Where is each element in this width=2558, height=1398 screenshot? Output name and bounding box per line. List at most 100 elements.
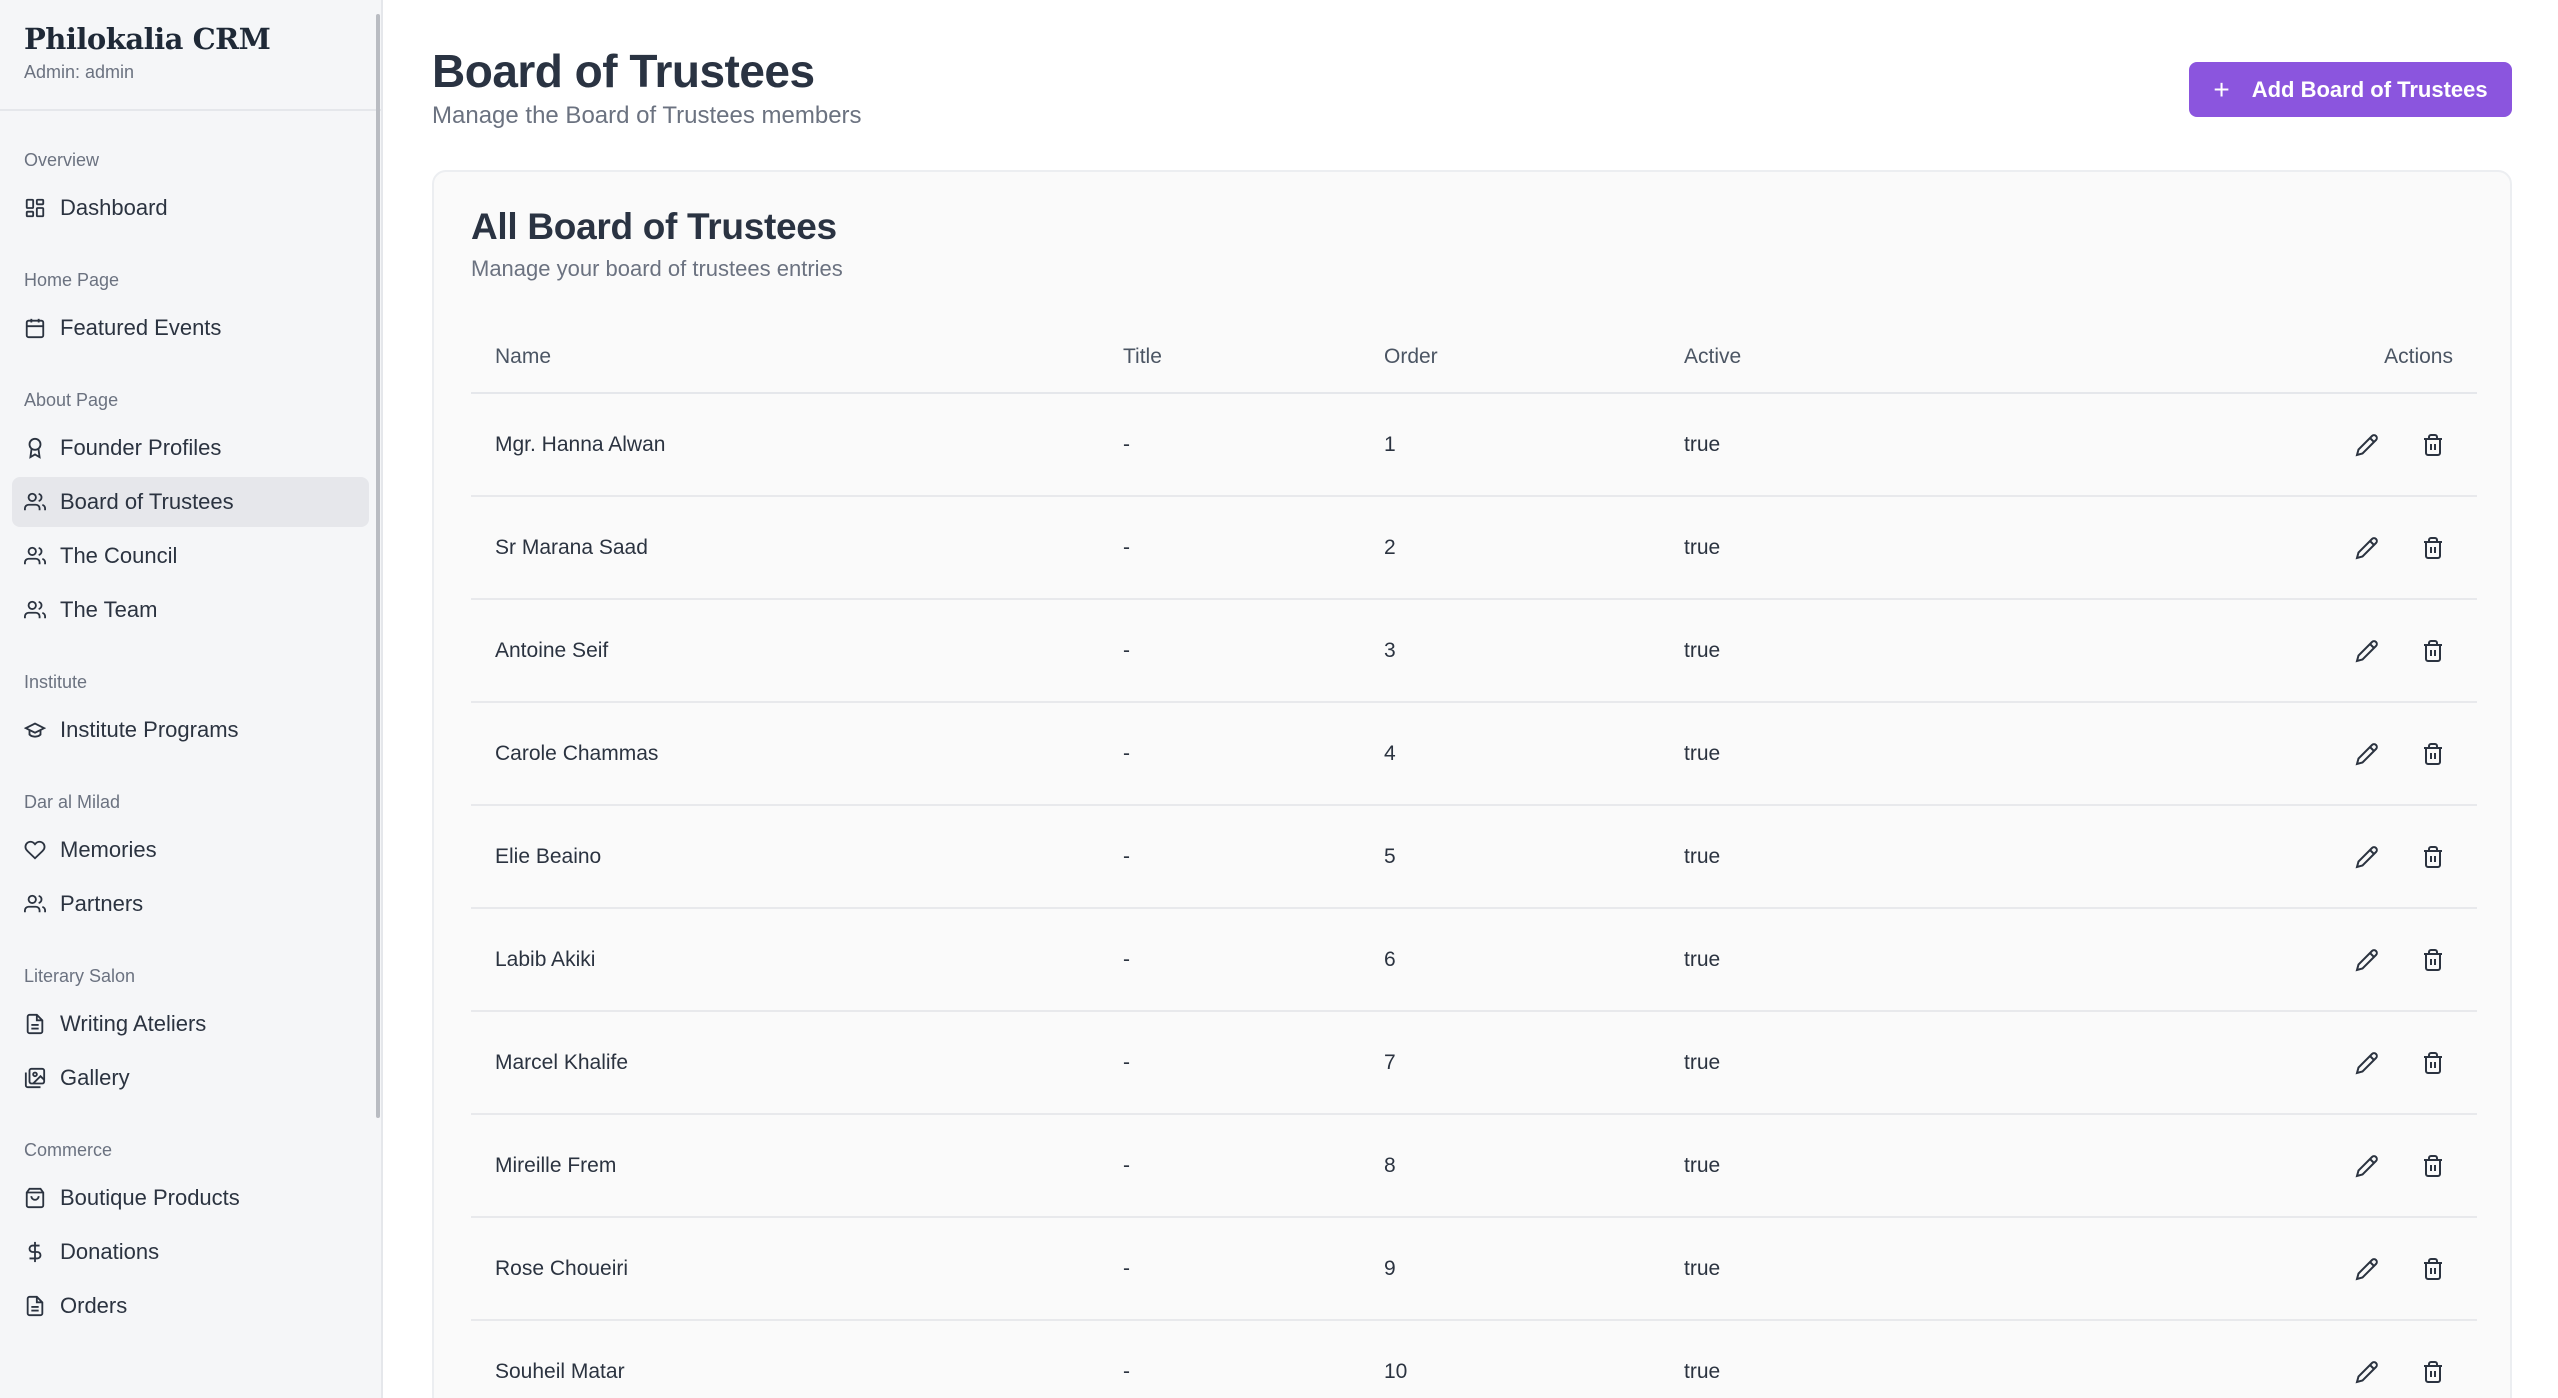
edit-button[interactable] bbox=[2347, 528, 2387, 568]
edit-button[interactable] bbox=[2347, 940, 2387, 980]
column-header-active: Active bbox=[1684, 345, 1742, 368]
pencil-icon bbox=[2355, 1154, 2379, 1178]
sidebar-item-institute-programs[interactable]: Institute Programs bbox=[12, 705, 369, 755]
table-row: Rose Choueiri - 9 true bbox=[471, 1218, 2477, 1321]
cell-active: true bbox=[1684, 638, 1721, 662]
nav-section-overview: Overview Dashboard bbox=[0, 147, 381, 233]
cell-title: - bbox=[1123, 535, 1130, 559]
nav-section-literary-salon: Literary Salon Writing Ateliers Gallery bbox=[0, 963, 381, 1103]
sidebar-item-writing-ateliers[interactable]: Writing Ateliers bbox=[12, 999, 369, 1049]
sidebar-item-label: Institute Programs bbox=[60, 717, 239, 742]
row-actions bbox=[2184, 1043, 2477, 1083]
trustees-table: Name Title Order Active Actions Mgr. Han… bbox=[471, 322, 2477, 1398]
table-header: Name Title Order Active Actions bbox=[471, 322, 2477, 394]
calendar-icon bbox=[24, 317, 46, 339]
cell-name: Elie Beaino bbox=[495, 844, 602, 868]
sidebar-item-donations[interactable]: Donations bbox=[12, 1227, 369, 1277]
delete-button[interactable] bbox=[2413, 631, 2453, 671]
sidebar-item-dashboard[interactable]: Dashboard bbox=[12, 183, 369, 233]
pencil-icon bbox=[2355, 433, 2379, 457]
sidebar-item-featured-events[interactable]: Featured Events bbox=[12, 303, 369, 353]
users-icon bbox=[24, 893, 46, 915]
table-row: Sr Marana Saad - 2 true bbox=[471, 497, 2477, 600]
cell-active: true bbox=[1684, 1359, 1721, 1383]
graduation-cap-icon bbox=[24, 719, 46, 741]
sidebar-item-boutique-products[interactable]: Boutique Products bbox=[12, 1173, 369, 1223]
cell-order: 1 bbox=[1384, 432, 1396, 456]
sidebar-item-orders[interactable]: Orders bbox=[12, 1281, 369, 1331]
nav-section-label: Home Page bbox=[24, 270, 120, 290]
delete-button[interactable] bbox=[2413, 940, 2453, 980]
card-subtitle: Manage your board of trustees entries bbox=[471, 256, 843, 281]
delete-button[interactable] bbox=[2413, 1043, 2453, 1083]
delete-button[interactable] bbox=[2413, 1146, 2453, 1186]
row-actions bbox=[2184, 425, 2477, 465]
edit-button[interactable] bbox=[2347, 837, 2387, 877]
edit-button[interactable] bbox=[2347, 1249, 2387, 1289]
trash-icon bbox=[2421, 1051, 2445, 1075]
delete-button[interactable] bbox=[2413, 1352, 2453, 1392]
sidebar-item-label: Memories bbox=[60, 837, 157, 862]
sidebar-item-board-of-trustees[interactable]: Board of Trustees bbox=[12, 477, 369, 527]
table-row: Carole Chammas - 4 true bbox=[471, 703, 2477, 806]
nav-section-label: Overview bbox=[24, 150, 100, 170]
trash-icon bbox=[2421, 1257, 2445, 1281]
trash-icon bbox=[2421, 536, 2445, 560]
cell-order: 5 bbox=[1384, 844, 1396, 868]
cell-order: 4 bbox=[1384, 741, 1396, 765]
delete-button[interactable] bbox=[2413, 1249, 2453, 1289]
cell-title: - bbox=[1123, 1256, 1130, 1280]
table-row: Labib Akiki - 6 true bbox=[471, 909, 2477, 1012]
table-row: Mgr. Hanna Alwan - 1 true bbox=[471, 394, 2477, 497]
cell-active: true bbox=[1684, 1050, 1721, 1074]
sidebar-item-label: Dashboard bbox=[60, 195, 168, 220]
nav-section-label: Literary Salon bbox=[24, 966, 136, 986]
cell-active: true bbox=[1684, 844, 1721, 868]
table-row: Antoine Seif - 3 true bbox=[471, 600, 2477, 703]
edit-button[interactable] bbox=[2347, 1043, 2387, 1083]
sidebar-item-the-council[interactable]: The Council bbox=[12, 531, 369, 581]
sidebar-item-label: The Team bbox=[60, 597, 158, 622]
pencil-icon bbox=[2355, 742, 2379, 766]
cell-name: Marcel Khalife bbox=[495, 1050, 629, 1074]
cell-active: true bbox=[1684, 535, 1721, 559]
trash-icon bbox=[2421, 1154, 2445, 1178]
trash-icon bbox=[2421, 742, 2445, 766]
sidebar-item-gallery[interactable]: Gallery bbox=[12, 1053, 369, 1103]
cell-active: true bbox=[1684, 947, 1721, 971]
delete-button[interactable] bbox=[2413, 425, 2453, 465]
edit-button[interactable] bbox=[2347, 631, 2387, 671]
cell-order: 9 bbox=[1384, 1256, 1396, 1280]
cell-name: Sr Marana Saad bbox=[495, 535, 648, 559]
sidebar-item-partners[interactable]: Partners bbox=[12, 879, 369, 929]
edit-button[interactable] bbox=[2347, 734, 2387, 774]
document-icon bbox=[24, 1013, 46, 1035]
edit-button[interactable] bbox=[2347, 1146, 2387, 1186]
nav-section-label: Dar al Milad bbox=[24, 792, 121, 812]
delete-button[interactable] bbox=[2413, 837, 2453, 877]
row-actions bbox=[2184, 734, 2477, 774]
cell-order: 8 bbox=[1384, 1153, 1396, 1177]
add-button-label: Add Board of Trustees bbox=[2251, 76, 2488, 102]
add-board-of-trustees-button[interactable]: + Add Board of Trustees bbox=[2189, 62, 2512, 117]
nav-section-label: Institute bbox=[24, 672, 88, 692]
nav-section-dar-al-milad: Dar al Milad Memories Partners bbox=[0, 789, 381, 929]
delete-button[interactable] bbox=[2413, 734, 2453, 774]
cell-name: Antoine Seif bbox=[495, 638, 609, 662]
edit-button[interactable] bbox=[2347, 425, 2387, 465]
sidebar-item-memories[interactable]: Memories bbox=[12, 825, 369, 875]
sidebar-item-founder-profiles[interactable]: Founder Profiles bbox=[12, 423, 369, 473]
sidebar-item-the-team[interactable]: The Team bbox=[12, 585, 369, 635]
users-icon bbox=[24, 491, 46, 513]
column-header-title: Title bbox=[1123, 345, 1162, 368]
document-icon bbox=[24, 1295, 46, 1317]
cell-active: true bbox=[1684, 432, 1721, 456]
cell-order: 2 bbox=[1384, 535, 1396, 559]
delete-button[interactable] bbox=[2413, 528, 2453, 568]
edit-button[interactable] bbox=[2347, 1352, 2387, 1392]
cell-active: true bbox=[1684, 1153, 1721, 1177]
cell-name: Rose Choueiri bbox=[495, 1256, 629, 1280]
cell-order: 6 bbox=[1384, 947, 1396, 971]
nav-section-about-page: About Page Founder Profiles Board of Trust… bbox=[0, 387, 381, 635]
sidebar-scrollbar[interactable] bbox=[376, 14, 380, 1118]
